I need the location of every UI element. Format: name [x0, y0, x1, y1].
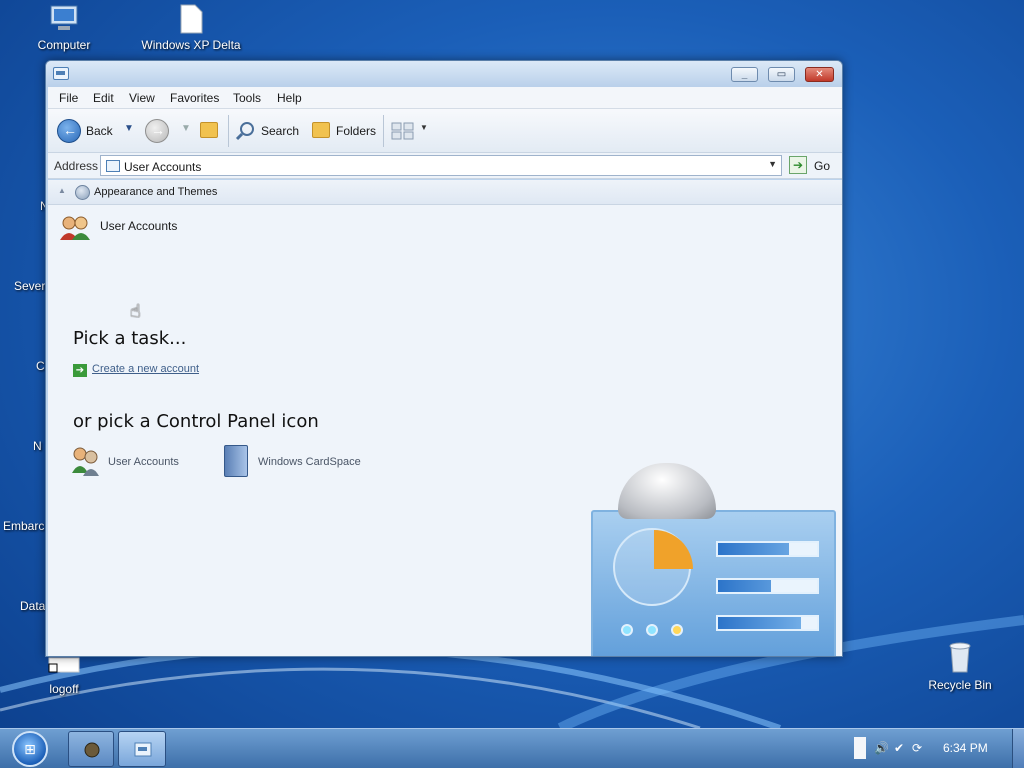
arrow-right-icon: →: [151, 122, 165, 138]
explorer-window: _ ▭ ✕ File Edit View Favorites Tools Hel…: [45, 60, 843, 657]
control-panel-watermark: [591, 510, 836, 656]
tray-notification-icon[interactable]: [854, 737, 866, 759]
menu-bar: File Edit View Favorites Tools Help: [48, 87, 842, 109]
cp-icon-cardspace[interactable]: Windows CardSpace: [258, 456, 361, 468]
control-panel-icon: [106, 160, 120, 172]
toolbar-separator: [228, 115, 229, 147]
views-dropdown-icon[interactable]: ▼: [420, 123, 428, 132]
menu-favorites[interactable]: Favorites: [170, 91, 219, 105]
menu-tools[interactable]: Tools: [233, 91, 261, 105]
folders-icon[interactable]: [312, 122, 330, 138]
taskbar: ⊞ 🔊 ✔ ⟳ 6:34 PM: [0, 728, 1024, 768]
up-folder-icon[interactable]: [200, 122, 218, 138]
show-desktop-button[interactable]: [1012, 729, 1024, 768]
pick-icon-heading: or pick a Control Panel icon: [73, 411, 319, 432]
pie-graphic: [613, 528, 693, 606]
address-input[interactable]: User Accounts ▼: [100, 155, 782, 176]
indicator-dot: [646, 624, 658, 636]
shortcut-icon: [48, 657, 80, 673]
refresh-icon[interactable]: ⟳: [912, 741, 922, 755]
taskbar-app-button[interactable]: [68, 731, 114, 767]
arrow-right-icon: ➔: [73, 364, 87, 377]
maximize-button[interactable]: ▭: [768, 67, 795, 82]
views-icon[interactable]: [391, 122, 415, 140]
computer-icon: [50, 5, 78, 30]
hand-cursor-icon: ☝: [130, 301, 141, 321]
desktop-icon-winxp-delta[interactable]: Windows XP Delta: [141, 4, 241, 52]
desktop-edge-label: Data: [20, 599, 46, 613]
forward-dropdown-icon[interactable]: ▼: [181, 123, 191, 134]
page-title: User Accounts: [100, 219, 178, 233]
network-icon[interactable]: ✔: [894, 741, 904, 755]
app-icon: [84, 742, 100, 758]
desktop-edge-label: Embarc: [3, 519, 45, 533]
cardspace-icon[interactable]: [224, 445, 248, 477]
document-icon: [180, 4, 203, 34]
close-button[interactable]: ✕: [805, 67, 834, 82]
back-label[interactable]: Back: [86, 124, 113, 138]
pick-task-heading: Pick a task...: [73, 328, 187, 349]
desktop-icon-label: Windows XP Delta: [141, 38, 241, 52]
indicator-dot: [671, 624, 683, 636]
slider-graphic: [716, 541, 819, 557]
desktop-icon-computer[interactable]: Computer: [14, 4, 114, 52]
title-bar[interactable]: _ ▭ ✕: [46, 61, 842, 87]
toolbar: ← Back ▼ → ▼ Search Folders ▼: [48, 109, 842, 153]
forward-button[interactable]: →: [145, 119, 169, 143]
menu-edit[interactable]: Edit: [93, 91, 114, 105]
address-bar: Address User Accounts ▼ ➔ Go: [48, 153, 842, 179]
arrow-left-icon: ←: [63, 122, 77, 138]
start-button[interactable]: ⊞: [12, 731, 48, 767]
address-dropdown-icon[interactable]: ▼: [768, 159, 777, 169]
taskbar-control-panel-button[interactable]: [118, 731, 166, 767]
breadcrumb-link[interactable]: Appearance and Themes: [94, 186, 217, 198]
recycle-bin-icon: [949, 642, 971, 673]
volume-icon[interactable]: 🔊: [874, 741, 889, 755]
breadcrumb: ▲ Appearance and Themes: [48, 180, 842, 205]
folders-label[interactable]: Folders: [336, 124, 376, 138]
appearance-themes-icon[interactable]: [75, 185, 90, 200]
address-value[interactable]: User Accounts: [124, 160, 201, 174]
desktop-edge-label: N: [33, 439, 42, 453]
windows-logo-icon: ⊞: [24, 741, 36, 757]
go-button[interactable]: ➔: [789, 156, 807, 174]
pie-wedge: [654, 530, 693, 569]
search-icon[interactable]: [235, 121, 255, 141]
user-accounts-icon[interactable]: [70, 445, 102, 477]
search-label[interactable]: Search: [261, 124, 299, 138]
address-label: Address: [54, 159, 99, 173]
control-panel-icon: [134, 742, 152, 757]
desktop-edge-label: C: [36, 359, 45, 373]
create-account-link[interactable]: Create a new account: [92, 363, 199, 375]
system-tray: 🔊 ✔ ⟳: [854, 737, 928, 759]
cp-icon-user-accounts[interactable]: User Accounts: [108, 456, 179, 468]
back-button[interactable]: ←: [57, 119, 81, 143]
slider-graphic: [716, 615, 819, 631]
go-label[interactable]: Go: [814, 159, 830, 173]
desktop-icon-label: Computer: [37, 38, 91, 52]
desktop-icon-label: Recycle Bin: [928, 678, 992, 692]
desktop-icon-logoff[interactable]: logoff: [14, 656, 114, 696]
chevron-up-icon[interactable]: ▲: [58, 186, 66, 195]
back-dropdown-icon[interactable]: ▼: [124, 123, 134, 134]
slider-graphic: [716, 578, 819, 594]
clock[interactable]: 6:34 PM: [943, 741, 988, 755]
menu-view[interactable]: View: [129, 91, 155, 105]
toolbar-separator: [383, 115, 384, 147]
minimize-button[interactable]: _: [731, 67, 758, 82]
arrow-right-icon: ➔: [792, 158, 804, 172]
control-panel-icon: [53, 67, 69, 80]
content-pane: ▲ Appearance and Themes User Accounts Pi…: [48, 180, 842, 656]
desktop-edge-label: Sever: [14, 279, 46, 293]
menu-help[interactable]: Help: [277, 91, 302, 105]
indicator-dot: [621, 624, 633, 636]
desktop-icon-recycle-bin[interactable]: Recycle Bin: [910, 640, 1010, 692]
user-accounts-icon: [60, 216, 90, 240]
desktop-icon-label: logoff: [49, 682, 79, 696]
menu-file[interactable]: File: [59, 91, 78, 105]
